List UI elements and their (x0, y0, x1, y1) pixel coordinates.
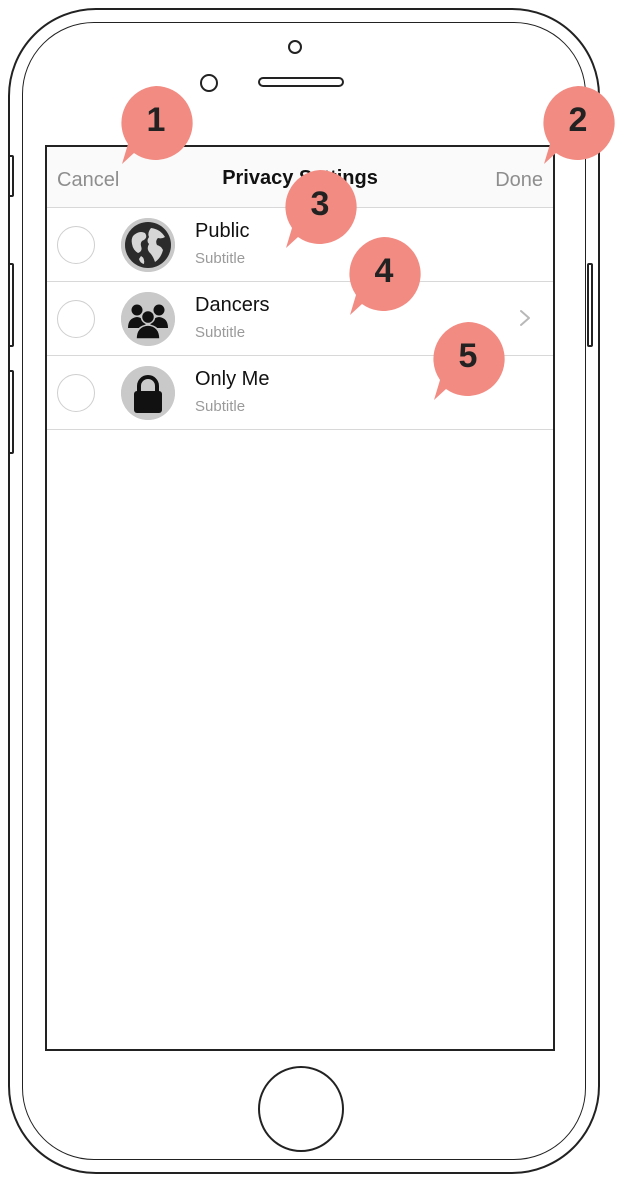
option-title: Dancers (195, 294, 270, 316)
volume-up-button (8, 263, 14, 347)
lock-icon (121, 366, 175, 420)
callout-number: 4 (374, 252, 394, 290)
callout-marker: 1 (114, 82, 198, 166)
callout-number: 5 (458, 337, 478, 375)
mute-switch (8, 155, 14, 197)
radio-button[interactable] (57, 300, 95, 338)
group-icon (121, 292, 175, 346)
option-subtitle: Subtitle (195, 398, 246, 415)
globe-icon (121, 218, 175, 272)
screen: Cancel Privacy Settings Done Public Subt… (45, 145, 555, 1051)
chevron-right-icon (520, 310, 530, 326)
earpiece-speaker (258, 77, 344, 87)
callout-number: 3 (310, 185, 330, 223)
done-button[interactable]: Done (495, 169, 543, 192)
option-title: Public (195, 220, 250, 242)
proximity-sensor (200, 74, 218, 92)
power-button (587, 263, 593, 347)
home-button[interactable] (258, 1066, 344, 1152)
option-subtitle: Subtitle (195, 250, 246, 267)
callout-marker: 4 (342, 233, 426, 317)
front-camera (288, 40, 302, 54)
callout-number: 2 (568, 101, 588, 139)
callout-number: 1 (146, 101, 166, 139)
callout-marker: 2 (536, 82, 617, 166)
radio-button[interactable] (57, 374, 95, 412)
volume-down-button (8, 370, 14, 454)
option-title: Only Me (195, 368, 270, 390)
option-subtitle: Subtitle (195, 324, 246, 341)
callout-marker: 5 (426, 318, 510, 402)
radio-button[interactable] (57, 226, 95, 264)
